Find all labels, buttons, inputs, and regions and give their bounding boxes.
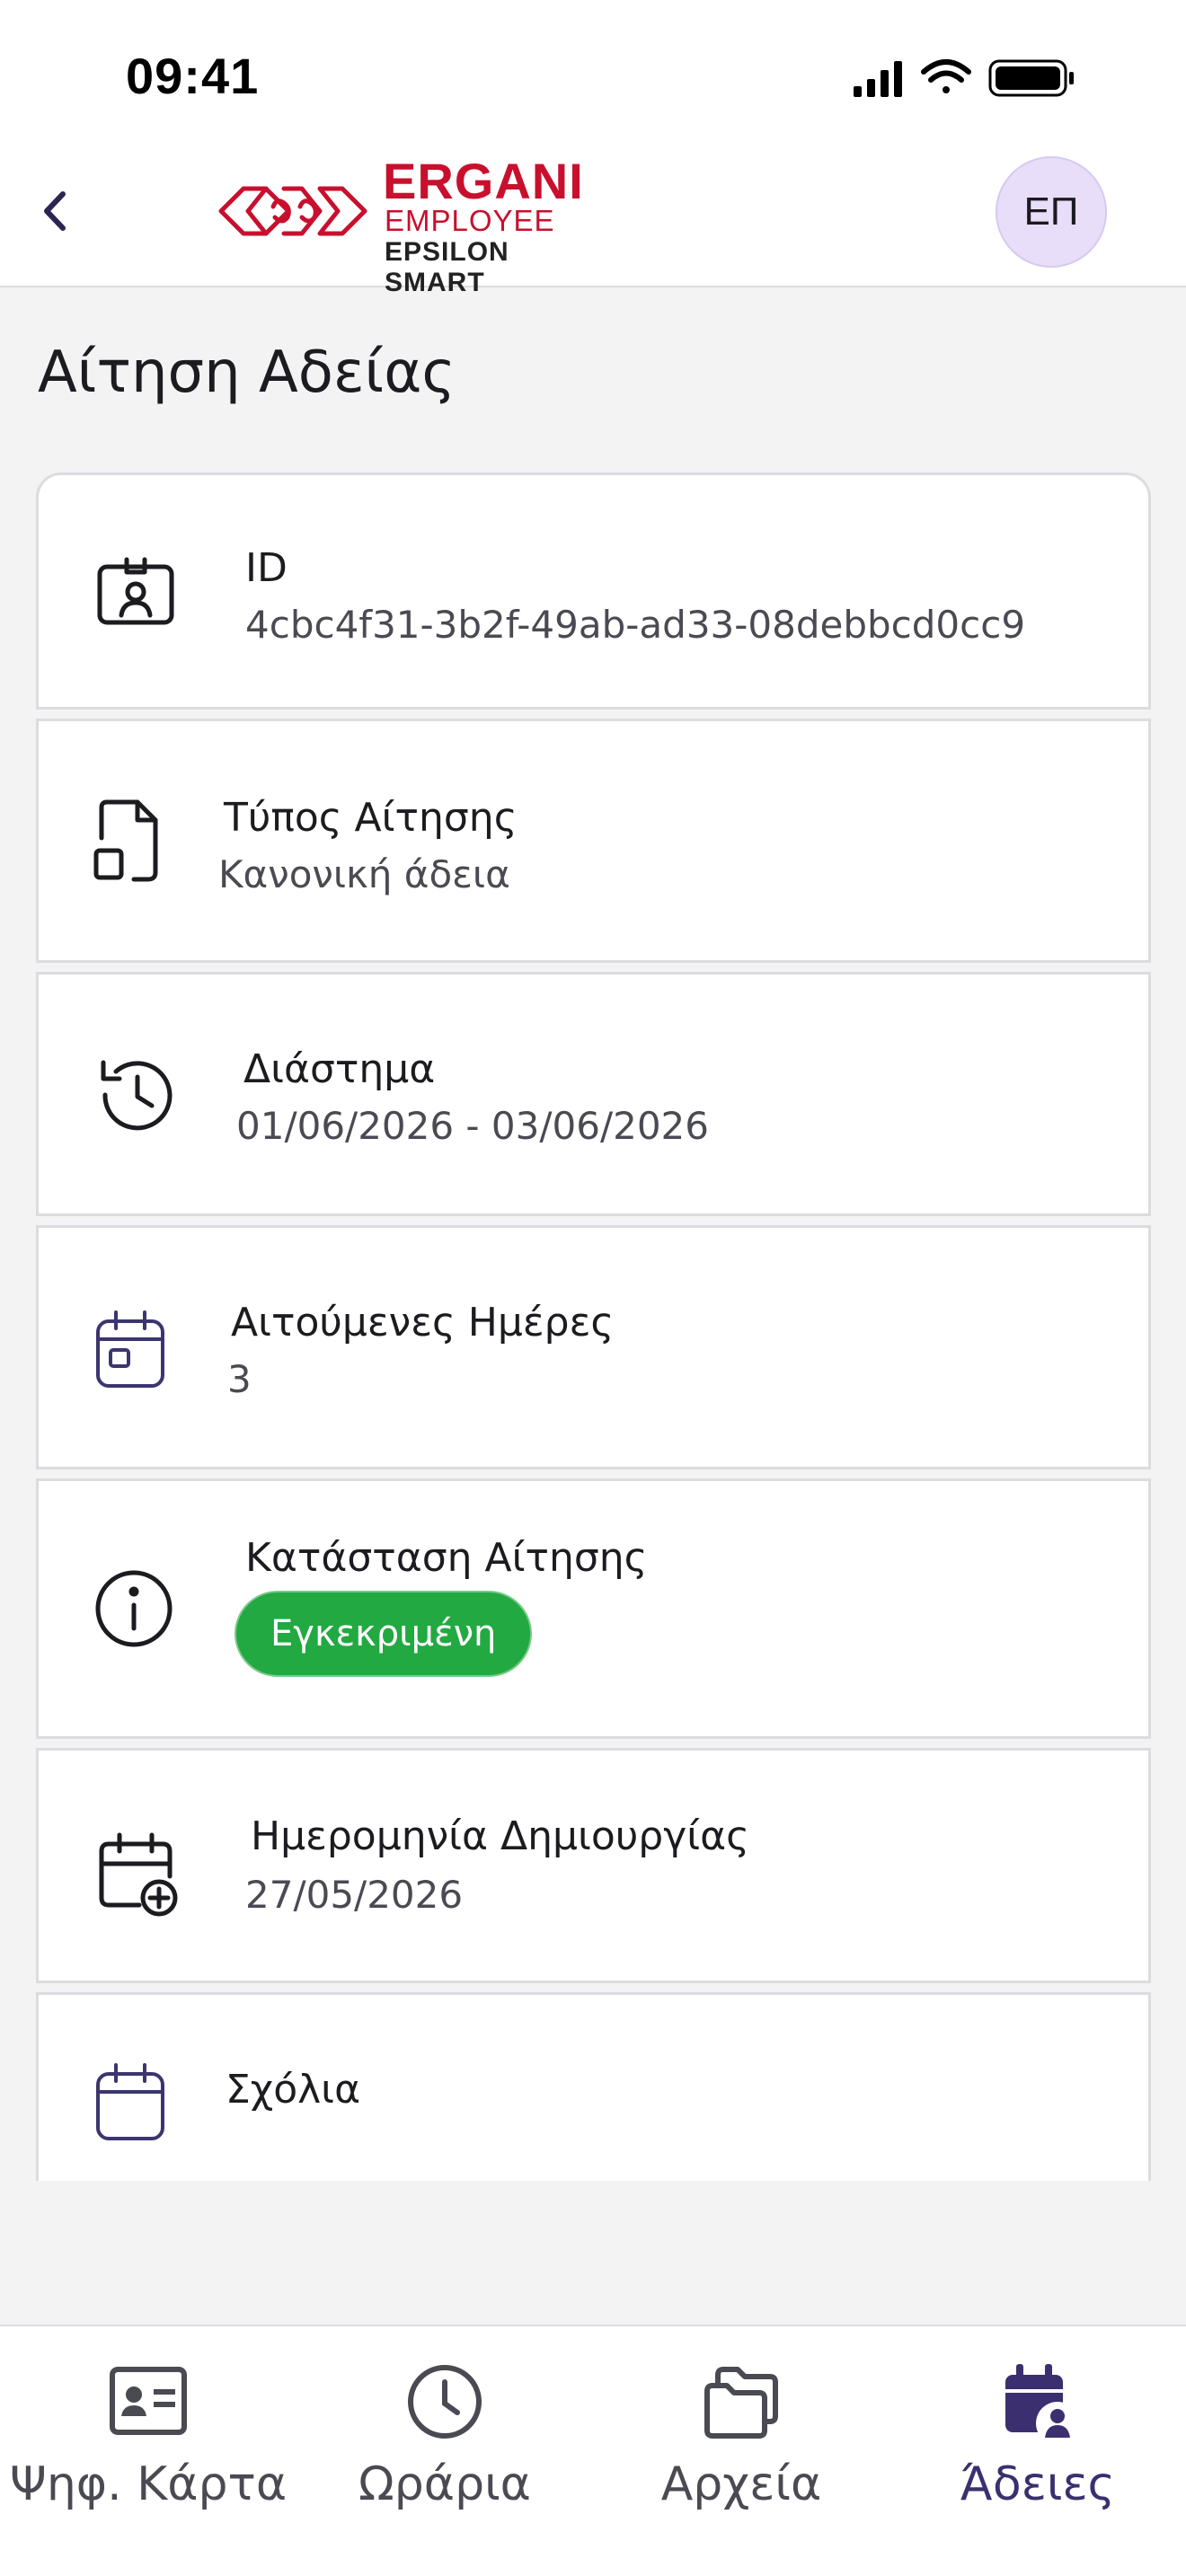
created-value: 27/05/2026	[245, 1873, 464, 1917]
document-icon	[93, 799, 158, 882]
detail-card-type: Τύπος Αίτησης Κανονική άδεια	[36, 719, 1151, 963]
period-label: Διάστημα	[243, 1046, 436, 1092]
days-value: 3	[227, 1357, 252, 1401]
avatar[interactable]: ΕΠ	[996, 156, 1107, 268]
id-label: ID	[245, 545, 288, 591]
period-value: 01/06/2026 - 03/06/2026	[236, 1104, 710, 1148]
id-badge-icon	[97, 557, 174, 625]
detail-card-created: Ημερομηνία Δημιουργίας 27/05/2026	[36, 1748, 1151, 1983]
page-title: Αίτηση Αδείας	[38, 340, 456, 406]
wifi-icon	[921, 59, 971, 93]
status-icons	[854, 59, 1074, 97]
detail-card-id: ID 4cbc4f31-3b2f-49ab-ad33-08debbcd0cc9	[36, 472, 1151, 710]
detail-card-comments: Σχόλια	[36, 1992, 1151, 2181]
comments-label: Σχόλια	[226, 2067, 361, 2113]
nav-label: Ψηφ. Κάρτα	[9, 2457, 288, 2511]
history-icon	[101, 1060, 173, 1131]
id-card-icon	[110, 2367, 187, 2435]
days-label: Αιτούμενες Ημέρες	[231, 1300, 615, 1345]
status-label: Κατάσταση Αίτησης	[245, 1535, 648, 1581]
app-header: ERGANI EMPLOYEE EPSILON SMART ΕΠ	[0, 135, 1186, 297]
logo-subtitle: EMPLOYEE	[385, 204, 555, 237]
logo-title: ERGANI	[383, 153, 584, 209]
detail-card-days: Αιτούμενες Ημέρες 3	[36, 1225, 1151, 1469]
calendar-add-icon	[99, 1832, 178, 1917]
nav-item-digital-card[interactable]: Ψηφ. Κάρτα	[0, 2344, 296, 2524]
calendar-user-icon	[1005, 2364, 1079, 2445]
type-label: Τύπος Αίτησης	[224, 795, 518, 841]
nav-item-schedules[interactable]: Ωράρια	[296, 2344, 593, 2524]
detail-card-status: Κατάσταση Αίτησης Εγκεκριμένη	[36, 1478, 1151, 1739]
signal-icon	[854, 61, 902, 97]
info-icon	[95, 1570, 173, 1647]
nav-label: Άδειες	[960, 2457, 1116, 2511]
status-time: 09:41	[126, 48, 260, 104]
status-badge: Εγκεκριμένη	[235, 1591, 533, 1677]
detail-card-period: Διάστημα 01/06/2026 - 03/06/2026	[36, 972, 1151, 1216]
calendar-icon	[96, 2063, 164, 2140]
nav-label: Ωράρια	[358, 2457, 531, 2511]
clock-icon	[408, 2365, 482, 2439]
ergani-logo: ERGANI EMPLOYEE EPSILON SMART	[212, 153, 616, 297]
bottom-navigation: Ψηφ. Κάρτα Ωράρια Αρχεία Άδειες	[0, 2325, 1186, 2576]
leave-request-screen: 09:41 ERGANI EMPLOYEE EPSILON SMART ΕΠ Α…	[0, 0, 1186, 2576]
battery-icon	[988, 59, 1074, 97]
ergani-logo-mark	[218, 186, 367, 236]
nav-item-leaves[interactable]: Άδειες	[890, 2344, 1186, 2524]
nav-item-files[interactable]: Αρχεία	[593, 2344, 890, 2524]
logo-company: EPSILON SMART	[385, 237, 509, 297]
created-label: Ημερομηνία Δημιουργίας	[251, 1813, 749, 1859]
back-chevron-icon[interactable]	[18, 171, 99, 251]
id-value: 4cbc4f31-3b2f-49ab-ad33-08debbcd0cc9	[245, 603, 1026, 647]
nav-label: Αρχεία	[660, 2457, 822, 2511]
status-bar: 09:41	[0, 0, 1186, 153]
folders-icon	[704, 2367, 778, 2439]
type-value: Κανονική άδεια	[218, 852, 510, 896]
calendar-icon	[96, 1310, 164, 1388]
